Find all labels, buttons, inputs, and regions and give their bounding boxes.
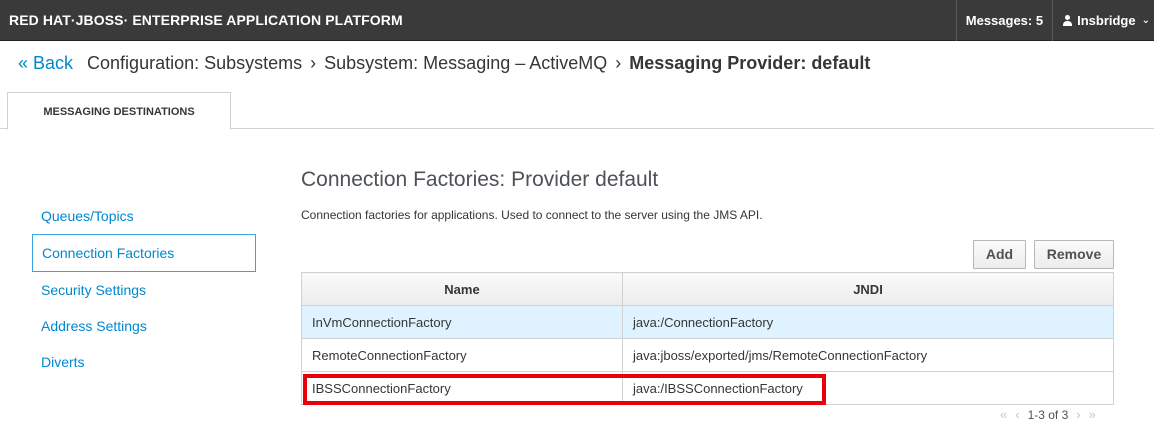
nav-item-address-settings[interactable]: Address Settings [32,308,256,344]
nav-item-diverts[interactable]: Diverts [32,344,256,380]
highlight-annotation-box [303,374,826,405]
cell-name: RemoteConnectionFactory [301,338,623,372]
add-button[interactable]: Add [973,240,1026,269]
column-header-name[interactable]: Name [301,272,623,306]
cell-jndi: java:/ConnectionFactory [622,305,1114,339]
breadcrumb: « Back Configuration: Subsystems › Subsy… [18,53,870,74]
column-header-jndi[interactable]: JNDI [622,272,1114,306]
remove-button[interactable]: Remove [1034,240,1114,269]
breadcrumb-item-messaging[interactable]: Subsystem: Messaging – ActiveMQ [324,53,607,74]
cell-name: InVmConnectionFactory [301,305,623,339]
user-menu[interactable]: Insbridge ⌄ [1052,0,1154,41]
breadcrumb-item-subsystems[interactable]: Configuration: Subsystems [87,53,302,74]
messages-button[interactable]: Messages: 5 [955,0,1052,41]
nav-item-security-settings[interactable]: Security Settings [32,272,256,308]
tab-messaging-destinations[interactable]: MESSAGING DESTINATIONS [7,92,231,130]
side-nav: Queues/Topics Connection Factories Secur… [32,198,256,380]
nav-item-queues-topics[interactable]: Queues/Topics [32,198,256,234]
cell-jndi: java:jboss/exported/jms/RemoteConnection… [622,338,1114,372]
back-link[interactable]: « Back [18,53,73,74]
breadcrumb-separator: › [310,53,317,73]
page-title: Connection Factories: Provider default [301,168,659,191]
table-row[interactable]: InVmConnectionFactory java:/ConnectionFa… [301,305,1114,339]
pager-first-button[interactable]: « [1000,407,1007,422]
top-header-bar: RED HAT·JBOSS· ENTERPRISE APPLICATION PL… [0,0,1154,41]
pager-next-button[interactable]: › [1076,407,1080,422]
user-name: Insbridge [1077,13,1136,28]
header-right: Messages: 5 Insbridge ⌄ [955,0,1154,41]
pagination: « ‹ 1-3 of 3 › » [1000,407,1096,422]
table-header-row: Name JNDI [301,272,1114,306]
page-description: Connection factories for applications. U… [301,208,763,222]
table-row[interactable]: RemoteConnectionFactory java:jboss/expor… [301,338,1114,372]
pager-last-button[interactable]: » [1089,407,1096,422]
chevron-down-icon: ⌄ [1141,15,1150,26]
pager-prev-button[interactable]: ‹ [1015,407,1019,422]
breadcrumb-separator: › [615,53,622,73]
user-icon [1062,15,1073,26]
app-brand: RED HAT·JBOSS· ENTERPRISE APPLICATION PL… [9,12,403,28]
breadcrumb-current: Messaging Provider: default [629,53,871,73]
nav-item-connection-factories[interactable]: Connection Factories [32,234,256,272]
pager-range: 1-3 of 3 [1027,407,1069,422]
